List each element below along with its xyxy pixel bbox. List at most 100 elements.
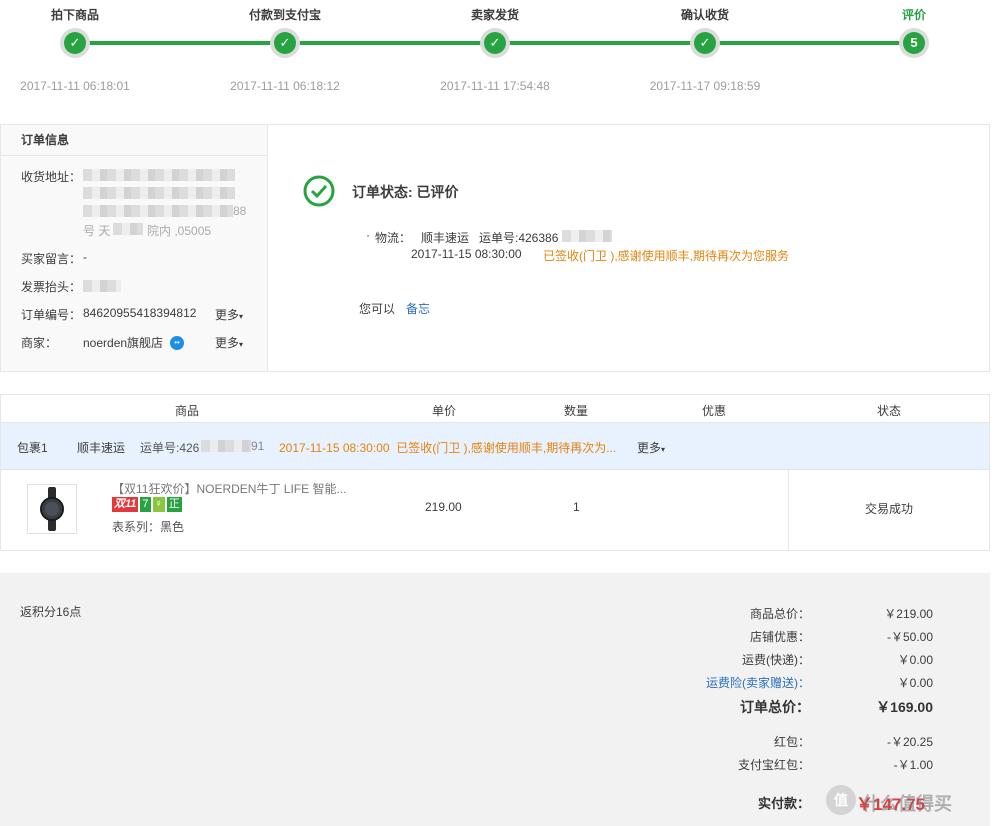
seller-label: 商家： [21,336,58,350]
check-icon: ✓ [694,32,716,54]
seller-name[interactable]: noerden旗舰店 [83,334,163,351]
address-redacted [83,205,233,217]
package-message: 2017-11-15 08:30:00 已签收(门卫 ),感谢使用顺丰,期待再次… [279,441,617,455]
step-label-4: 确认收货 [680,8,730,22]
order-info-panel: 订单信息 收货地址： 88 号 天 院内 ,05005 买家留言： - 发票抬头… [0,124,990,372]
subtotal-label: 商品总价： [749,607,810,621]
table-header: 商品 单价 数量 优惠 状态 [1,395,989,423]
insurance-badge: ♀ [152,497,165,513]
step-node-4: ✓ [690,28,720,58]
alipay-hongbao-label: 支付宝红包： [737,758,810,772]
step-node-3: ✓ [480,28,510,58]
order-number: 84620955418394812 [83,306,197,320]
table-row: 【双11狂欢价】NOERDEN牛丁 LIFE 智能... 双11 7 ♀ 正 表系列：… [1,470,989,550]
step-node-2: ✓ [270,28,300,58]
order-status-title: 订单状态: 已评价 [352,184,459,200]
caret-down-icon: ▾ [239,340,244,349]
shipping-label: 运费(快递)： [742,653,810,667]
caret-down-icon: ▾ [239,312,244,321]
bullet-dot: · [366,228,370,242]
caret-down-icon: ▾ [661,445,666,454]
package-tracking: 运单号:426 [140,441,200,455]
logistics-date: 2017-11-15 08:30:00 [411,247,522,261]
tracking-redacted [562,230,612,242]
invoice-label: 发票抬头： [21,280,82,294]
invoice-redacted [83,280,121,292]
memo-link[interactable]: 备忘 [406,300,430,317]
watermark-logo-icon: 值 [826,785,856,815]
shop-discount-label: 店铺优惠： [749,630,810,644]
shipping-insurance-value: ￥0.00 [897,676,933,690]
order-total-value: ￥169.00 [876,699,933,715]
seven-day-return-badge: 7 [140,497,151,513]
column-header-status: 状态 [876,404,902,418]
step-time-1: 2017-11-11 06:18:01 [20,79,130,93]
step-label-3: 卖家发货 [470,8,520,22]
address-label: 收货地址： [21,170,82,184]
address-redacted [83,187,235,199]
price-summary: 返积分16点 商品总价： ￥219.00 店铺优惠： -￥50.00 运费(快递… [0,573,990,826]
column-header-product: 商品 [174,404,200,418]
buyer-message-label: 买家留言： [21,252,82,266]
column-divider [788,470,789,550]
chat-icon[interactable]: •• [170,336,184,350]
success-check-icon [303,175,335,207]
step-time-4: 2017-11-17 09:18:59 [649,79,761,93]
alipay-hongbao-value: -￥1.00 [893,758,933,772]
address-fragment: 院内 ,05005 [147,224,212,238]
tracking-number: 运单号:426386 [479,231,559,245]
step-time-2: 2017-11-11 06:18:12 [230,79,340,93]
watermark-text: 什么值得买 [862,794,952,814]
product-thumbnail[interactable] [27,484,77,534]
step-label-1: 拍下商品 [50,8,100,22]
address-fragment: 号 天 [83,224,111,238]
step-node-1: ✓ [60,28,90,58]
trade-status: 交易成功 [865,502,914,516]
subtotal-value: ￥219.00 [884,607,933,621]
watch-icon [40,487,64,531]
buyer-message-value: - [83,250,87,264]
product-price: 219.00 [425,500,462,514]
order-number-label: 订单编号： [21,308,82,322]
tracking-redacted [201,440,251,452]
logistics-carrier: 顺丰速运 [421,231,470,245]
package-more-link[interactable]: 更多▾ [637,439,665,456]
points-earned: 返积分16点 [20,605,82,619]
step-label-2: 付款到支付宝 [248,8,322,22]
product-title-link[interactable]: 【双11狂欢价】NOERDEN牛丁 LIFE 智能... [112,480,346,497]
step-label-5: 评价 [901,8,927,22]
product-badges: 双11 7 ♀ 正 [112,497,184,513]
package-tracking-tail: 91 [251,439,265,453]
column-header-discount: 优惠 [701,404,727,418]
step-time-3: 2017-11-11 17:54:48 [440,79,550,93]
product-quantity: 1 [573,500,580,514]
package-row: 包裹1 顺丰速运 运单号:426 91 2017-11-15 08:30:00 … [1,423,989,470]
shop-discount-value: -￥50.00 [886,630,933,644]
address-fragment: 88 [233,204,247,218]
package-label: 包裹1 [17,441,48,455]
order-total-label: 订单总价： [740,699,810,715]
column-header-quantity: 数量 [563,404,589,418]
double11-badge: 双11 [112,497,139,513]
shipping-value: ￥0.00 [897,653,933,667]
actions-label: 您可以 [359,302,396,316]
check-icon: ✓ [484,32,506,54]
order-more-link[interactable]: 更多▾ [215,306,243,323]
genuine-badge: 正 [166,497,182,513]
paid-amount-label: 实付款： [757,796,810,811]
seller-more-link[interactable]: 更多▾ [215,334,243,351]
product-variant: 表系列：黑色 [112,520,185,534]
order-info-title: 订单信息 [1,125,267,156]
package-carrier: 顺丰速运 [77,441,126,455]
step-number: 5 [903,32,925,54]
order-info-sidebar: 订单信息 收货地址： 88 号 天 院内 ,05005 买家留言： - 发票抬头… [1,125,268,371]
check-icon: ✓ [274,32,296,54]
step-node-5: 5 [899,28,929,58]
hongbao-label: 红包： [773,735,810,749]
hongbao-value: -￥20.25 [886,735,933,749]
address-redacted [113,223,143,235]
shipping-insurance-link[interactable]: 运费险(卖家赠送)： [630,674,810,691]
logistics-message: 已签收(门卫 ),感谢使用顺丰,期待再次为您服务 [543,249,789,263]
order-items-table: 商品 单价 数量 优惠 状态 包裹1 顺丰速运 运单号:426 91 2017-… [0,394,990,551]
logistics-label: 物流： [375,231,412,245]
